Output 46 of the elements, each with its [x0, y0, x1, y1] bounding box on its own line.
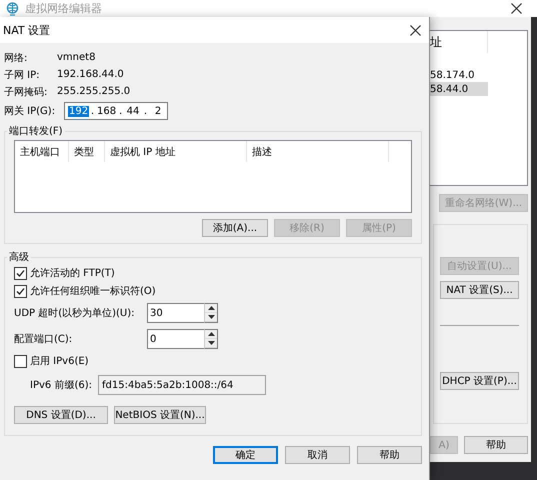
list-row[interactable]: 58.44.0	[430, 82, 488, 96]
settings-button[interactable]: DNS 设置(D)...	[14, 406, 108, 424]
close-icon[interactable]	[410, 24, 421, 36]
group-title: 端口转发(F)	[8, 124, 64, 138]
field-label: 配置端口(C):	[14, 332, 74, 346]
settings-button[interactable]: NetBIOS 设置(N)...	[114, 406, 206, 424]
field-label: IPv6 前缀(6):	[30, 379, 93, 392]
checkbox-label: 启用 IPv6(E)	[30, 354, 89, 368]
dialog-button[interactable]: 取消	[285, 446, 350, 464]
number-field[interactable]: 0	[147, 329, 204, 349]
dialog-title: NAT 设置	[3, 22, 52, 38]
up-arrow-icon[interactable]	[208, 332, 214, 336]
up-arrow-icon[interactable]	[208, 306, 214, 310]
checkbox-label: 允许任何组织唯一标识符(O)	[30, 284, 156, 298]
column-header: 类型	[69, 141, 105, 162]
field-label: 子网 IP:	[4, 68, 41, 82]
list-row[interactable]: 58.174.0	[430, 68, 488, 82]
field-value: 255.255.255.0	[57, 86, 130, 97]
column-header: 虚拟机 IP 地址	[105, 141, 247, 162]
ipv6-prefix-field[interactable]: fd15:4ba5:5a2b:1008::/64	[98, 375, 266, 395]
checkbox[interactable]	[14, 266, 27, 280]
down-arrow-icon[interactable]	[208, 341, 214, 345]
group-title: 高级	[8, 250, 30, 264]
globe-icon	[6, 2, 19, 16]
down-arrow-icon[interactable]	[208, 315, 214, 319]
dialog-button[interactable]: 帮助	[357, 446, 422, 464]
number-field[interactable]: 30	[147, 303, 204, 323]
field-label: 网关 IP(G):	[4, 104, 56, 118]
field-label: UDP 超时(以秒为单位)(U):	[14, 306, 136, 320]
dialog-button[interactable]: 确定	[213, 446, 278, 464]
close-icon[interactable]	[511, 3, 522, 14]
settings-button[interactable]: NAT 设置(S)...	[440, 281, 519, 299]
window-title: 虚拟网络编辑器	[25, 1, 103, 16]
gateway-ip-field[interactable]: 192 . 168 . 44 . 2	[64, 102, 168, 120]
checkbox-label: 允许活动的 FTP(T)	[30, 266, 115, 280]
footer-button[interactable]: 帮助	[464, 436, 528, 454]
checkbox[interactable]	[14, 284, 27, 298]
field-value: vmnet8	[57, 52, 96, 63]
field-label: 网络:	[4, 52, 28, 64]
field-value: 192.168.44.0	[57, 69, 124, 80]
column-header: 主机端口	[15, 141, 69, 162]
field-label: 子网掩码:	[4, 86, 48, 98]
list-action-button[interactable]: 添加(A)...	[202, 219, 268, 237]
settings-button[interactable]: DHCP 设置(P)...	[440, 372, 519, 390]
column-header: 描述	[247, 141, 389, 162]
checkbox[interactable]	[14, 354, 27, 368]
